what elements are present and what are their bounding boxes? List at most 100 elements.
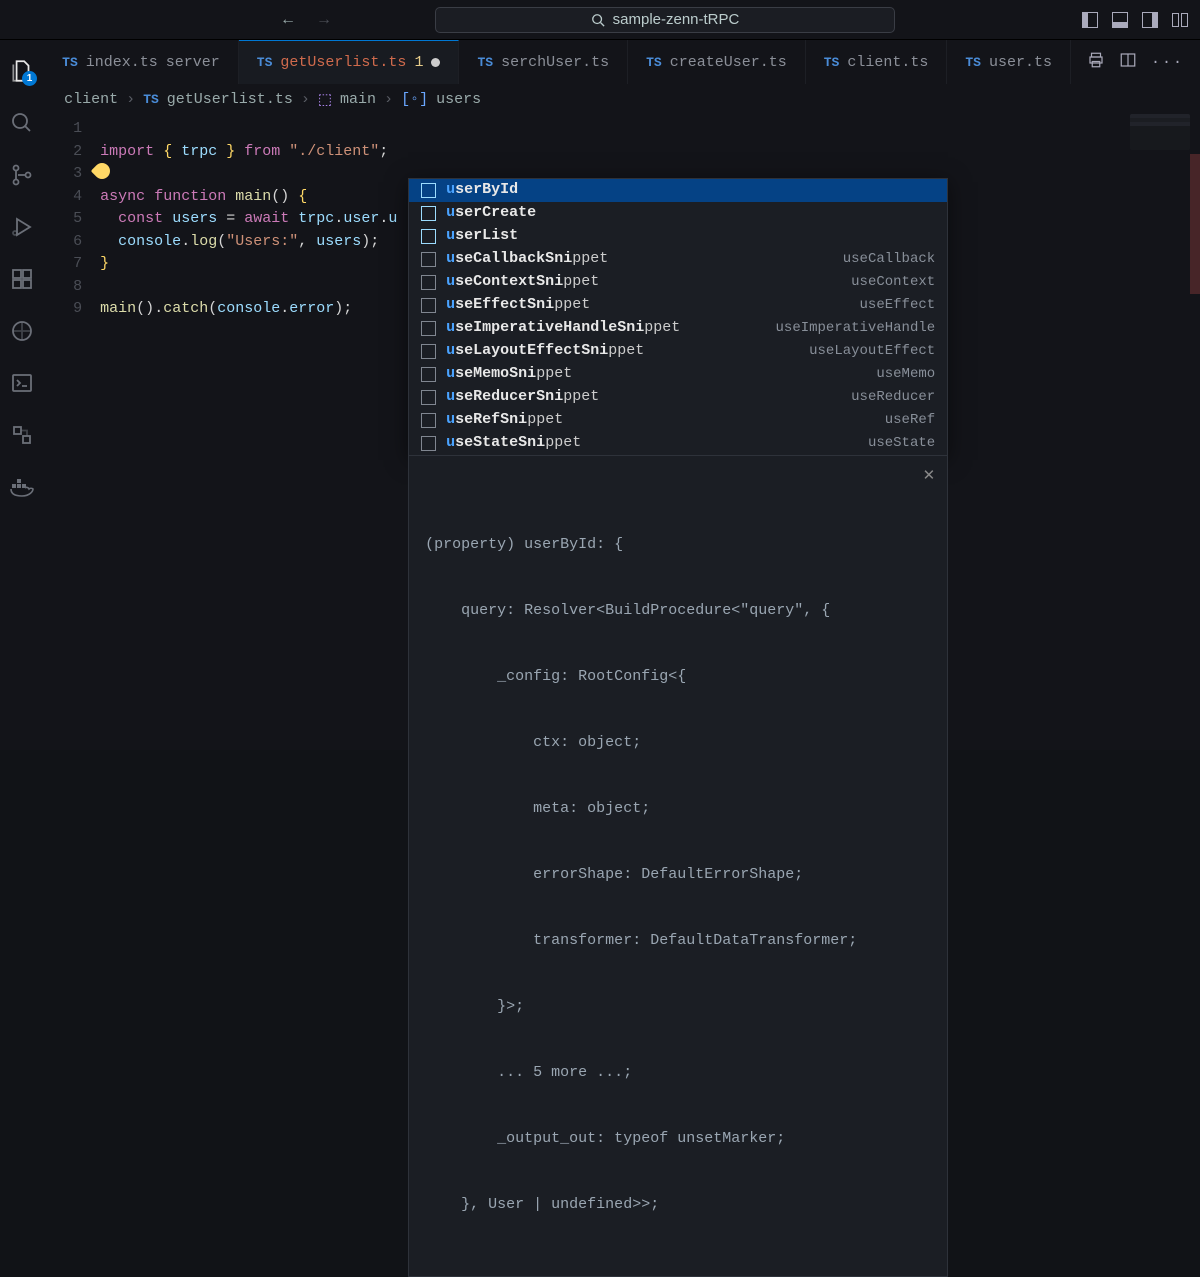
doc-line: query: Resolver<BuildProcedure<"query", … — [425, 600, 931, 622]
doc-line: (property) userById: { — [425, 534, 931, 556]
suggestion-item[interactable]: useStateSnippetuseState — [409, 432, 947, 455]
suggestion-desc: useReducer — [851, 386, 935, 409]
suggestion-label: useEffectSnippet — [446, 294, 590, 317]
symbol-cube-icon: ⬚ — [318, 90, 332, 109]
nav-back[interactable]: ← — [280, 11, 296, 29]
tab-filename: createUser.ts — [670, 54, 787, 71]
layout-primary-icon[interactable] — [1082, 12, 1098, 28]
docker-icon[interactable] — [9, 474, 35, 500]
suggestion-item[interactable]: userCreate — [409, 202, 947, 225]
tab[interactable]: TSserchUser.ts — [459, 40, 628, 84]
code-editor[interactable]: 123456789 import { trpc } from "./client… — [44, 114, 1200, 750]
breadcrumb-item[interactable]: getUserlist.ts — [167, 91, 293, 108]
suggestion-item[interactable]: useEffectSnippetuseEffect — [409, 294, 947, 317]
suggestion-label: useRefSnippet — [446, 409, 563, 432]
chevron-right-icon: › — [301, 91, 310, 108]
ts-icon: TS — [477, 55, 493, 70]
breadcrumb-item[interactable]: users — [436, 91, 481, 108]
method-icon — [421, 229, 436, 244]
doc-line: transformer: DefaultDataTransformer; — [425, 930, 931, 952]
line-number: 2 — [44, 141, 82, 164]
suggestion-desc: useImperativeHandle — [776, 317, 936, 340]
workbench: 1 TSindex.ts serverTSgetUserlist.ts 1 TS… — [0, 40, 1200, 750]
title-bar: ← → sample-zenn-tRPC — [0, 0, 1200, 40]
ts-icon: TS — [646, 55, 662, 70]
remote-icon[interactable] — [9, 422, 35, 448]
layout-customize-icon[interactable] — [1172, 13, 1188, 27]
tab-detail: 1 — [414, 54, 423, 71]
github-icon[interactable] — [9, 318, 35, 344]
layout-panel-icon[interactable] — [1112, 12, 1128, 28]
suggestion-label: useLayoutEffectSnippet — [446, 340, 644, 363]
line-number: 9 — [44, 298, 82, 321]
snippet-icon — [421, 275, 436, 290]
chevron-right-icon: › — [384, 91, 393, 108]
suggestion-item[interactable]: useLayoutEffectSnippet useLayoutEffect — [409, 340, 947, 363]
ts-icon: TS — [62, 55, 78, 70]
tab-filename: client.ts — [847, 54, 928, 71]
layout-secondary-icon[interactable] — [1142, 12, 1158, 28]
suggestion-details: ✕ (property) userById: { query: Resolver… — [408, 456, 948, 1277]
tab[interactable]: TS user.ts — [947, 40, 1071, 84]
suggestion-desc: useRef — [885, 409, 935, 432]
suggestion-label: useMemoSnippet — [446, 363, 572, 386]
print-icon[interactable] — [1087, 51, 1105, 74]
suggestion-widget[interactable]: userByIduserCreateuserListuseCallbackSni… — [408, 178, 948, 456]
suggestion-item[interactable]: useMemoSnippet useMemo — [409, 363, 947, 386]
search-activity-icon[interactable] — [9, 110, 35, 136]
terminal-icon[interactable] — [9, 370, 35, 396]
run-debug-icon[interactable] — [9, 214, 35, 240]
editor-group: TSindex.ts serverTSgetUserlist.ts 1 TSse… — [44, 40, 1200, 750]
suggestion-label: userCreate — [446, 202, 536, 225]
tab[interactable]: TS index.ts server — [44, 40, 239, 84]
suggestion-item[interactable]: useImperativeHandleSnippet useImperativeH… — [409, 317, 947, 340]
suggestion-item[interactable]: userById — [409, 179, 947, 202]
code-lines[interactable]: import { trpc } from "./client"; async f… — [100, 118, 1200, 750]
explorer-badge: 1 — [22, 71, 37, 86]
suggestion-item[interactable]: useContextSnippetuseContext — [409, 271, 947, 294]
tab-detail: server — [166, 54, 220, 71]
more-actions-icon[interactable]: ··· — [1151, 54, 1184, 71]
nav-controls: ← → — [12, 11, 342, 29]
doc-line: _output_out: typeof unsetMarker; — [425, 1128, 931, 1150]
suggestion-desc: useLayoutEffect — [809, 340, 935, 363]
tab[interactable]: TSclient.ts — [806, 40, 948, 84]
suggestion-desc: useMemo — [876, 363, 935, 386]
suggestion-label: userById — [446, 179, 518, 202]
activity-bar: 1 — [0, 40, 44, 750]
suggestion-item[interactable]: useRefSnippet useRef — [409, 409, 947, 432]
doc-line: meta: object; — [425, 798, 931, 820]
explorer-icon[interactable]: 1 — [9, 58, 35, 84]
command-center-label: sample-zenn-tRPC — [613, 11, 740, 28]
doc-line: errorShape: DefaultErrorShape; — [425, 864, 931, 886]
source-control-icon[interactable] — [9, 162, 35, 188]
suggestion-item[interactable]: useReducerSnippet useReducer — [409, 386, 947, 409]
tab[interactable]: TS createUser.ts — [628, 40, 806, 84]
suggestion-label: useImperativeHandleSnippet — [446, 317, 680, 340]
doc-line: ... 5 more ...; — [425, 1062, 931, 1084]
editor-actions: ··· — [1071, 40, 1200, 84]
extensions-icon[interactable] — [9, 266, 35, 292]
suggestion-desc: useState — [868, 432, 935, 455]
method-icon — [421, 206, 436, 221]
tab[interactable]: TSgetUserlist.ts 1 — [239, 40, 460, 84]
breadcrumb-item[interactable]: client — [64, 91, 118, 108]
suggestion-label: useReducerSnippet — [446, 386, 599, 409]
breadcrumb-item[interactable]: main — [340, 91, 376, 108]
suggestion-item[interactable]: useCallbackSnippetuseCallback — [409, 248, 947, 271]
doc-line: ctx: object; — [425, 732, 931, 754]
doc-line: _config: RootConfig<{ — [425, 666, 931, 688]
suggestion-item[interactable]: userList — [409, 225, 947, 248]
breadcrumbs[interactable]: client › TS getUserlist.ts › ⬚ main › [◦… — [44, 84, 1200, 114]
ts-icon: TS — [257, 55, 273, 70]
tab-filename: index.ts — [86, 54, 158, 71]
command-center[interactable]: sample-zenn-tRPC — [435, 7, 895, 33]
split-editor-icon[interactable] — [1119, 51, 1137, 74]
search-icon — [591, 13, 605, 27]
tab-filename: user.ts — [989, 54, 1052, 71]
suggestion-label: useCallbackSnippet — [446, 248, 608, 271]
close-icon[interactable]: ✕ — [923, 466, 936, 488]
ts-icon: TS — [965, 55, 981, 70]
nav-forward[interactable]: → — [316, 11, 332, 29]
snippet-icon — [421, 252, 436, 267]
